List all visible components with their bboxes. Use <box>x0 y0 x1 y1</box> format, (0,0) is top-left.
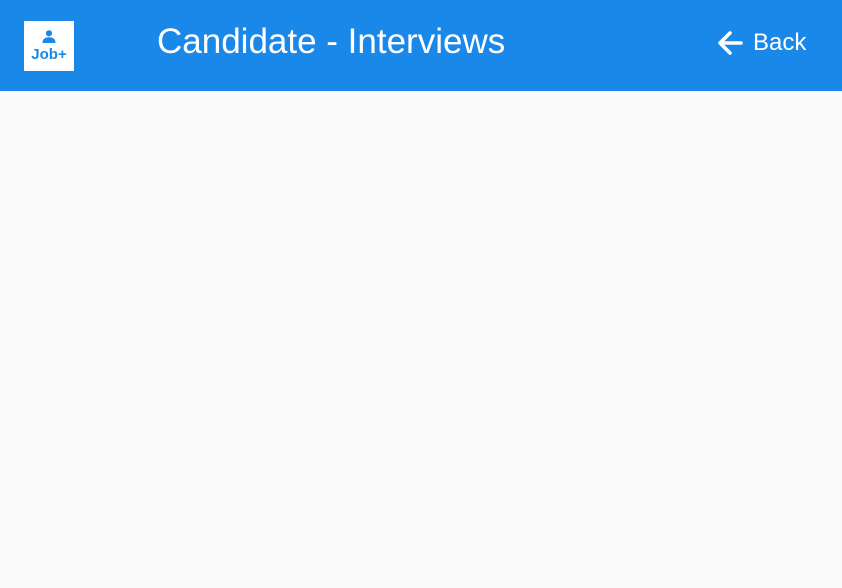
arrow-left-icon <box>718 31 743 55</box>
app-window: Job+ Candidate - Interviews Back <box>0 0 842 588</box>
page-title: Candidate - Interviews <box>157 22 506 61</box>
back-button-label: Back <box>753 29 807 56</box>
app-header: Job+ Candidate - Interviews Back <box>0 0 842 91</box>
main-content-area <box>0 91 842 588</box>
app-logo: Job+ <box>24 21 74 71</box>
person-icon <box>42 30 56 43</box>
back-button[interactable]: Back <box>716 26 806 60</box>
logo-text: Job+ <box>31 46 67 63</box>
